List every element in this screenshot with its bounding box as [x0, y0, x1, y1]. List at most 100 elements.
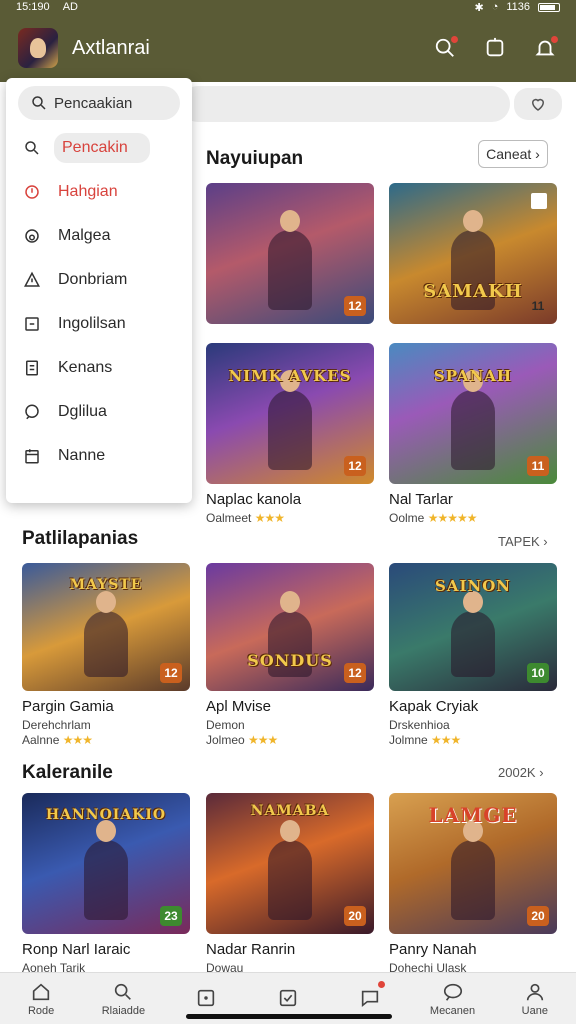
app-title: Axtlanrai: [72, 36, 150, 59]
rating-badge: 12: [344, 456, 366, 476]
menu-item-5[interactable]: Ingolilsan: [18, 302, 180, 346]
featured-action-button[interactable]: Caneat ›: [478, 140, 548, 168]
menu-item-label: Donbriam: [58, 271, 128, 288]
game-card[interactable]: LAMGE 20 Panry Nanah Dohechi Ulask: [389, 793, 557, 975]
rating-badge: 23: [160, 906, 182, 926]
section-title-recent: Kaleranile: [22, 762, 113, 783]
popular-see-all-link[interactable]: TAPEK ›: [498, 534, 548, 549]
game-thumbnail: MAYSTE 12: [22, 563, 190, 691]
star-rating: ★★★: [62, 733, 93, 747]
game-logo: HANNOIAKIO: [45, 807, 167, 823]
game-title: Panry Nanah: [389, 941, 477, 958]
nav-label: Mecanen: [429, 1004, 476, 1017]
game-title: Apl Mvise: [206, 698, 272, 715]
game-card[interactable]: SONDUS 12 Apl Mvise Demon Jolmeo ★★★: [206, 563, 374, 747]
character-art: [451, 591, 495, 677]
game-thumbnail: NAMABA 20: [206, 793, 374, 934]
star-rating: ★★★: [431, 733, 461, 747]
game-title: Kapak Cryiak: [389, 698, 479, 715]
game-title: Nal Tarlar: [389, 491, 453, 508]
warning-icon: [22, 270, 42, 290]
home-indicator: [186, 1014, 392, 1019]
menu-item-label: Dglilua: [58, 403, 107, 420]
chat-icon: [362, 990, 379, 1007]
search-icon: [32, 96, 46, 110]
menu-item-6[interactable]: Kenans: [18, 346, 180, 390]
game-card[interactable]: NAMABA 20 Nadar Ranrin Dowau: [206, 793, 374, 975]
checkbox-icon: [279, 989, 297, 1006]
recent-see-all-link[interactable]: 2002K ›: [498, 765, 544, 780]
notification-dot: [551, 36, 558, 43]
notifications-button[interactable]: [532, 35, 558, 61]
rating-badge: 20: [344, 906, 366, 926]
star-rating: ★★★: [248, 733, 278, 747]
game-developer: Derehchrlam: [22, 718, 91, 732]
heart-icon: [531, 98, 545, 111]
game-meta: Oolme ★★★★★: [389, 511, 557, 525]
search-button[interactable]: [432, 35, 458, 61]
app-logo[interactable]: [18, 28, 58, 68]
game-logo: SAMAKH: [423, 281, 523, 302]
qr-icon: [531, 193, 547, 209]
nav-profile[interactable]: Uane: [494, 973, 576, 1024]
game-card[interactable]: SAINON 10 Kapak Cryiak Drskenhioa Jolmne…: [389, 563, 557, 747]
game-card[interactable]: SPANAH 11 Nal Tarlar Oolme ★★★★★: [389, 343, 557, 525]
notification-dot: [378, 981, 386, 988]
status-time: 15:190: [16, 1, 50, 13]
character-art: [451, 820, 495, 920]
game-card[interactable]: NIMK AVKES 12 Naplac kanola Oalmeet ★★★: [206, 343, 374, 525]
rating-badge: 12: [160, 663, 182, 683]
game-meta: Jolmeo ★★★: [206, 733, 374, 747]
dropdown-search-text: Pencaakian: [54, 94, 133, 112]
document-icon: [22, 358, 42, 378]
dropdown-menu: Pencaakian Pencakin Hahgian Malgea Donbr…: [6, 78, 192, 503]
game-publisher: Jolmeo: [206, 733, 245, 747]
menu-item-search[interactable]: Pencakin: [18, 126, 180, 170]
section-title-popular: Patlilapanias: [22, 528, 139, 549]
menu-item-label: Nanne: [58, 447, 106, 464]
game-logo: SPANAH: [433, 367, 513, 385]
search-bar[interactable]: [180, 86, 510, 122]
status-bar: 15:190 AD ✱ ◔ 1136: [0, 0, 576, 14]
app-bar: Axtlanrai: [0, 14, 576, 82]
bluetooth-icon: ✱: [474, 1, 484, 14]
rating-badge: 12: [344, 296, 366, 316]
game-developer: Oalmeet: [206, 511, 252, 525]
nav-home[interactable]: Rode: [0, 973, 82, 1024]
popular-link-label: TAPEK: [498, 534, 540, 549]
nav-messages[interactable]: Mecanen: [411, 973, 493, 1024]
game-card[interactable]: SAMAKH 11: [389, 183, 557, 324]
character-art: [268, 820, 312, 920]
menu-item-7[interactable]: Dglilua: [18, 390, 180, 434]
menu-item-4[interactable]: Donbriam: [18, 258, 180, 302]
wifi-icon: ◔: [491, 1, 499, 13]
notification-dot: [451, 36, 458, 43]
screen-button[interactable]: [482, 35, 508, 61]
game-thumbnail: SONDUS 12: [206, 563, 374, 691]
home-icon: [32, 983, 50, 1000]
menu-item-3[interactable]: Malgea: [18, 214, 180, 258]
game-thumbnail: LAMGE 20: [389, 793, 557, 934]
rating-badge: 11: [531, 299, 545, 313]
game-meta: Oalmeet ★★★: [206, 511, 374, 525]
screen-icon: [486, 37, 504, 57]
game-logo: SONDUS: [247, 651, 333, 670]
menu-item-8[interactable]: Nanne: [18, 434, 180, 478]
game-logo: NIMK AVKES: [228, 367, 352, 385]
character-art: [84, 820, 128, 920]
dropdown-search-input[interactable]: Pencaakian: [18, 86, 180, 120]
game-card[interactable]: HANNOIAKIO 23 Ronp Narl Iaraic Aoneh Tar…: [22, 793, 190, 975]
rating-badge: 11: [527, 456, 549, 476]
section-title-featured: Nayuiupan: [206, 148, 304, 169]
rating-badge: 20: [527, 906, 549, 926]
game-meta: Aalnne ★★★: [22, 733, 190, 747]
nav-search[interactable]: Rlaiadde: [82, 973, 164, 1024]
menu-item-hot[interactable]: Hahgian: [18, 170, 180, 214]
game-card[interactable]: MAYSTE 12 Pargin Gamia Derehchrlam Aalnn…: [22, 563, 190, 747]
game-card[interactable]: 12: [206, 183, 374, 324]
status-carrier: AD: [62, 1, 78, 13]
profile-icon: [526, 983, 543, 1000]
square-arrow-icon: [22, 314, 42, 334]
favorite-button[interactable]: [514, 88, 562, 120]
nav-label: Rode: [27, 1004, 55, 1017]
